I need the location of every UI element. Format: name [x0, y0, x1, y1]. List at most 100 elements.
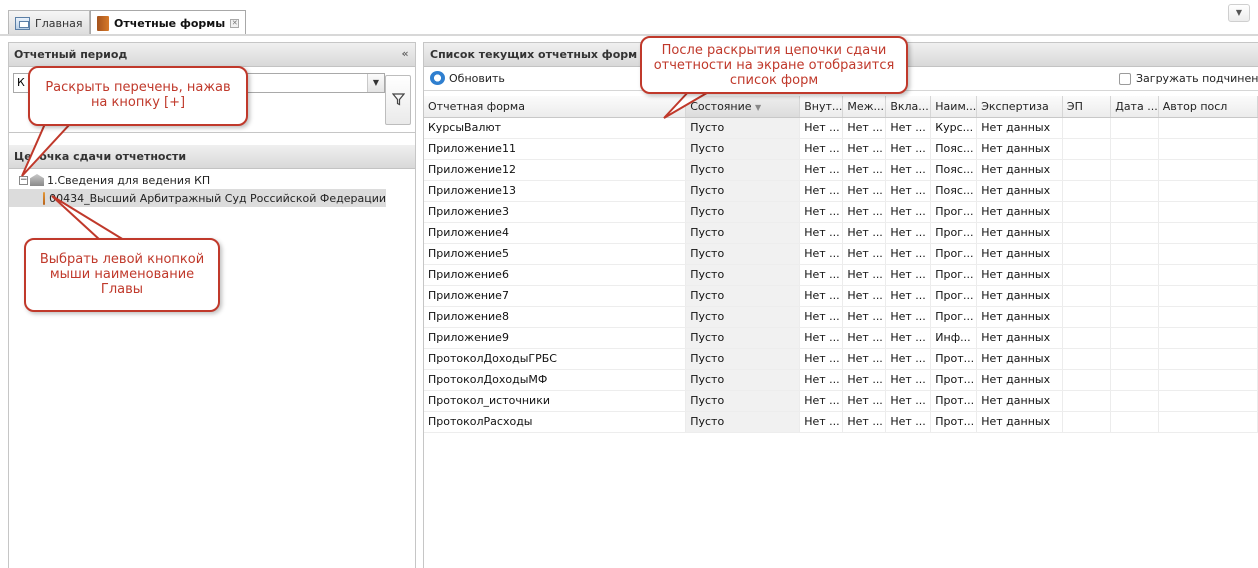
table-cell [1062, 180, 1112, 202]
table-cell: Нет данных [976, 390, 1063, 412]
callout-select-text: Выбрать левой кнопкой мыши наименование … [39, 252, 205, 297]
table-cell: Пусто [685, 369, 801, 391]
table-cell [1110, 306, 1159, 328]
table-row[interactable]: ПротоколДоходыМФ Пусто Нет ... Нет ... Нет .… [424, 369, 1258, 391]
table-cell: Пусто [685, 411, 801, 433]
table-cell: Нет ... [842, 159, 887, 181]
table-row[interactable]: Приложение12 Пусто Нет ... Нет ... Нет ... По… [424, 159, 1258, 181]
table-cell [1062, 390, 1112, 412]
table-cell: Нет данных [976, 348, 1063, 370]
load-subordinate-checkbox[interactable]: Загружать подчиненные [1119, 72, 1258, 85]
column-header[interactable]: Меж... [842, 96, 887, 118]
column-header[interactable]: Экспертиза [976, 96, 1063, 118]
table-cell: Нет ... [799, 180, 844, 202]
table-row[interactable]: Приложение7 Пусто Нет ... Нет ... Нет ... Про… [424, 285, 1258, 307]
column-header[interactable]: Внут... [799, 96, 844, 118]
expand-collapse-icon[interactable]: − [19, 175, 28, 185]
refresh-icon [430, 71, 445, 85]
callout-list: После раскрытия цепочки сдачи отчетности… [640, 36, 908, 94]
table-cell: Нет ... [799, 369, 844, 391]
column-header[interactable]: Автор посл [1158, 96, 1258, 118]
chain-title: Цепочка сдачи отчетности [14, 150, 187, 163]
table-cell: Приложение8 [424, 306, 687, 328]
period-panel-header: Отчетный период « [9, 43, 415, 67]
tree-node-root[interactable]: − 1.Сведения для ведения КП [9, 171, 415, 189]
column-header-sorted[interactable]: Состояние ▼ [685, 96, 801, 118]
table-cell: Нет ... [799, 264, 844, 286]
table-cell: Нет ... [885, 327, 932, 349]
table-cell [1110, 369, 1159, 391]
table-cell [1110, 117, 1159, 139]
table-row[interactable]: ПротоколРасходы Пусто Нет ... Нет ... Нет ..… [424, 411, 1258, 433]
table-row[interactable]: Протокол_источники Пусто Нет ... Нет ... Нет… [424, 390, 1258, 412]
tree-node-court[interactable]: 00434_Высший Арбитражный Суд Российской … [9, 189, 386, 207]
table-cell: Нет ... [799, 348, 844, 370]
table-cell: Нет ... [842, 222, 887, 244]
table-cell: Нет ... [842, 390, 887, 412]
table-cell: Нет ... [799, 306, 844, 328]
table-header-row: Отчетная форма Состояние ▼ Внут... Меж..… [424, 96, 1258, 118]
column-header[interactable]: Отчетная форма [424, 96, 687, 118]
column-header[interactable]: Наим... [930, 96, 978, 118]
table-cell: Нет данных [976, 180, 1063, 202]
table-row[interactable]: Приложение3 Пусто Нет ... Нет ... Нет ... Про… [424, 201, 1258, 223]
tab-menu-button[interactable]: ▼ [1228, 4, 1250, 22]
tab-reporting-forms[interactable]: Отчетные формы ✕ [90, 10, 247, 36]
table-cell [1158, 201, 1258, 223]
chain-panel-header-wrap: Цепочка сдачи отчетности [9, 145, 415, 169]
table-cell: Нет данных [976, 243, 1063, 265]
callout-select: Выбрать левой кнопкой мыши наименование … [24, 238, 220, 312]
filter-button[interactable] [385, 75, 411, 125]
table-row[interactable]: Приложение13 Пусто Нет ... Нет ... Нет ... По… [424, 180, 1258, 202]
column-header-label: Состояние [690, 99, 752, 113]
table-cell: Прот... [930, 390, 978, 412]
column-header[interactable]: Вкла... [885, 96, 932, 118]
tab-strip: Главная Отчетные формы ✕ ▼ [0, 0, 1258, 36]
table-cell: Пояс... [930, 138, 978, 160]
table-cell: Нет ... [799, 390, 844, 412]
building-icon [30, 174, 44, 186]
table-cell: Пусто [685, 180, 801, 202]
table-row[interactable]: КурсыВалют Пусто Нет ... Нет ... Нет ... Курс… [424, 117, 1258, 139]
table-cell: Пусто [685, 117, 801, 139]
table-cell: Нет ... [842, 327, 887, 349]
table-cell: Пусто [685, 201, 801, 223]
book-icon [97, 16, 109, 31]
table-row[interactable]: Приложение5 Пусто Нет ... Нет ... Нет ... Про… [424, 243, 1258, 265]
table-cell [1062, 327, 1112, 349]
table-cell: Нет ... [799, 159, 844, 181]
table-cell [1158, 327, 1258, 349]
table-row[interactable]: Приложение6 Пусто Нет ... Нет ... Нет ... Про… [424, 264, 1258, 286]
table-cell: ПротоколДоходыМФ [424, 369, 687, 391]
column-header[interactable]: ЭП [1062, 96, 1112, 118]
table-cell: Нет ... [885, 264, 932, 286]
period-title: Отчетный период [14, 48, 128, 61]
table-cell: Нет ... [885, 117, 932, 139]
column-header[interactable]: Дата ... [1110, 96, 1159, 118]
table-cell: Нет ... [799, 243, 844, 265]
chevron-down-icon[interactable]: ▼ [367, 74, 384, 92]
tree-node-court-label: 00434_Высший Арбитражный Суд Российской … [49, 191, 386, 205]
sort-arrow-icon: ▼ [755, 102, 762, 112]
table-cell [1110, 348, 1159, 370]
refresh-button[interactable]: Обновить [430, 71, 505, 85]
table-cell: Курс... [930, 117, 978, 139]
table-cell [1158, 306, 1258, 328]
table-cell: Нет данных [976, 327, 1063, 349]
table-row[interactable]: Приложение11 Пусто Нет ... Нет ... Нет ... По… [424, 138, 1258, 160]
table-cell: Нет ... [885, 285, 932, 307]
table-row[interactable]: ПротоколДоходыГРБС Пусто Нет ... Нет ... Нет… [424, 348, 1258, 370]
tab-reporting-forms-label: Отчетные формы [114, 17, 226, 30]
table-cell: Нет данных [976, 369, 1063, 391]
table-row[interactable]: Приложение9 Пусто Нет ... Нет ... Нет ... Инф… [424, 327, 1258, 349]
collapse-panel-button[interactable]: « [398, 47, 412, 62]
close-icon[interactable]: ✕ [230, 19, 240, 28]
table-row[interactable]: Приложение4 Пусто Нет ... Нет ... Нет ... Про… [424, 222, 1258, 244]
tab-home[interactable]: Главная [8, 10, 90, 35]
table-cell: Пусто [685, 243, 801, 265]
callout-expand-text: Раскрыть перечень, нажав на кнопку [+] [45, 80, 231, 110]
checkbox[interactable] [1119, 72, 1131, 85]
table-cell [1062, 243, 1112, 265]
table-cell: Нет ... [885, 243, 932, 265]
table-row[interactable]: Приложение8 Пусто Нет ... Нет ... Нет ... Про… [424, 306, 1258, 328]
